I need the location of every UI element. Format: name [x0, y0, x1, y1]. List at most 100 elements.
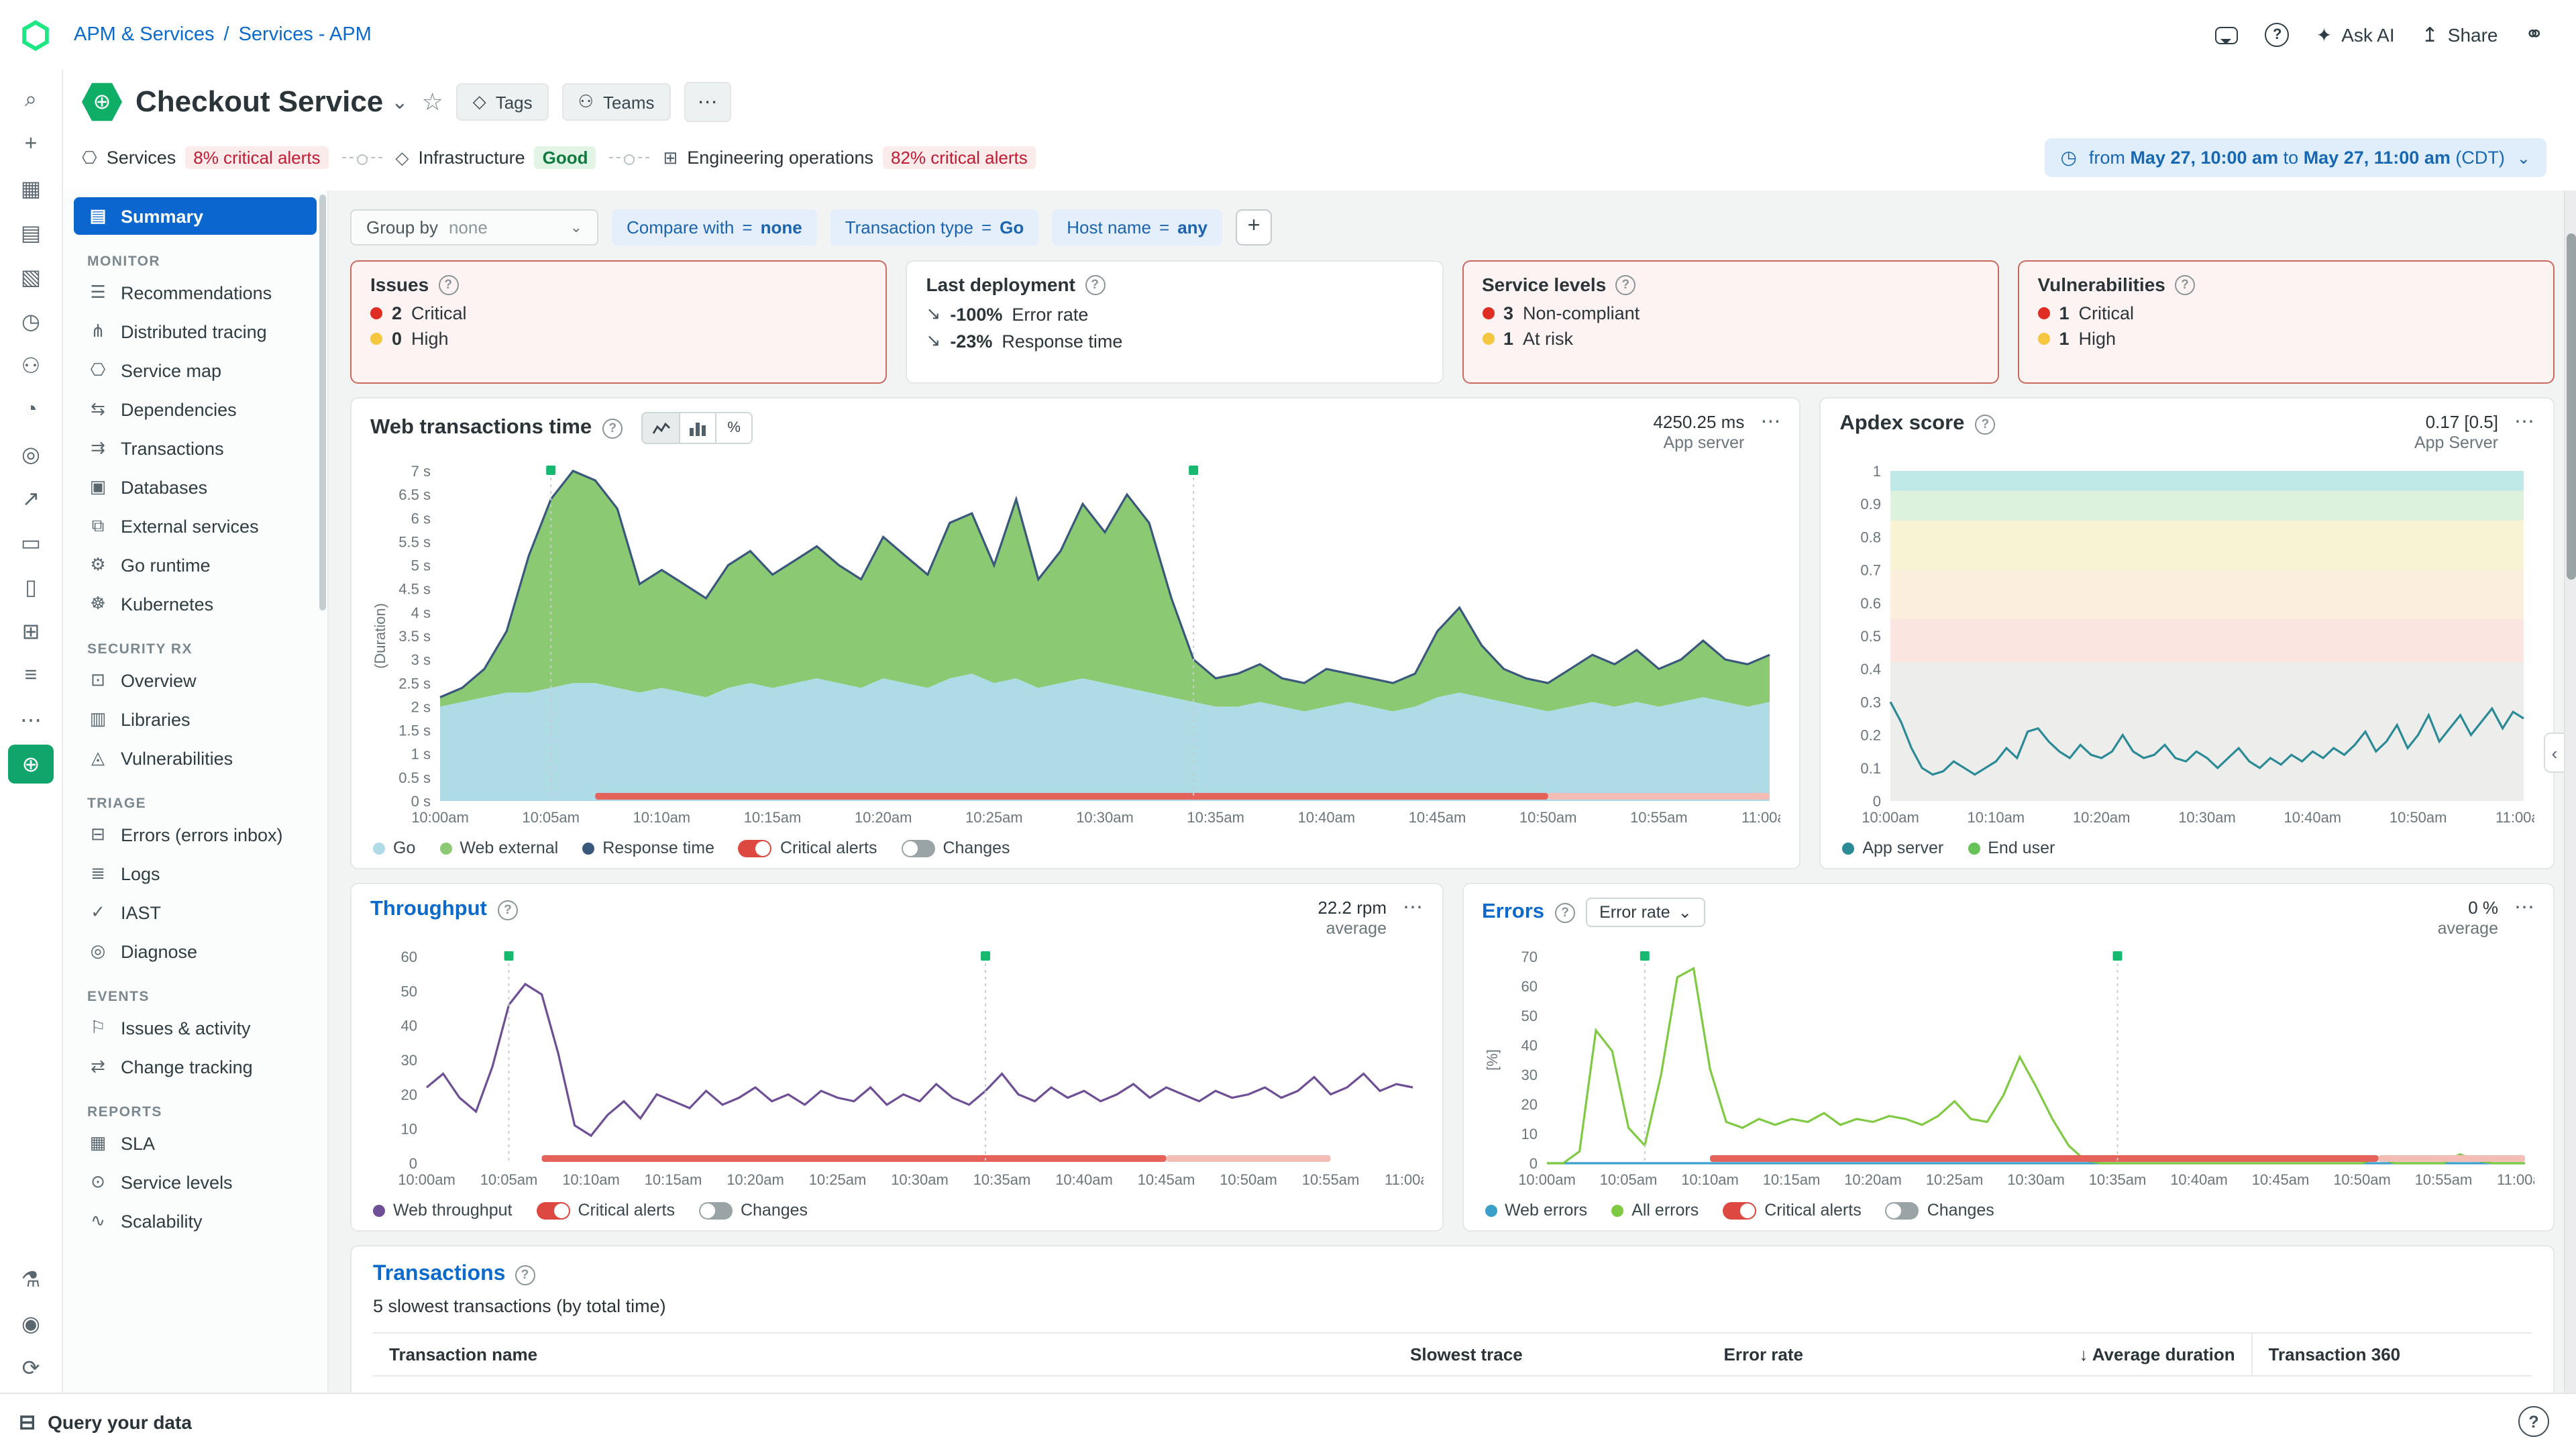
legend-app-server[interactable]: App server: [1842, 839, 1943, 857]
collapse-panel-button[interactable]: ‹: [2544, 733, 2564, 773]
legend-all-errors[interactable]: All errors: [1611, 1201, 1699, 1220]
rail-item-labs[interactable]: ⚗: [8, 1260, 54, 1299]
sidebar-item-transactions[interactable]: ⇉Transactions: [74, 429, 317, 467]
breadcrumb-parent[interactable]: APM & Services: [74, 24, 215, 46]
filter-pill-transaction-type[interactable]: Transaction type=Go: [830, 209, 1039, 245]
sidebar-item-errors-errors-inbox[interactable]: ⊟Errors (errors inbox): [74, 816, 317, 853]
share-button[interactable]: ↥Share: [2422, 23, 2498, 47]
sidebar-item-vulnerabilities[interactable]: ◬Vulnerabilities: [74, 739, 317, 777]
rail-item-goals[interactable]: ◎: [8, 435, 54, 474]
error-rate-dropdown[interactable]: Error rate⌄: [1586, 898, 1705, 927]
title-chevron-down-icon[interactable]: ⌄: [391, 90, 408, 114]
sidebar-item-databases[interactable]: ▣Databases: [74, 468, 317, 506]
column-transaction-360[interactable]: Transaction 360: [2251, 1334, 2532, 1375]
chart-menu-icon[interactable]: ⋯: [1403, 898, 1423, 918]
sidebar-item-dependencies[interactable]: ⇆Dependencies: [74, 390, 317, 428]
column-slowest-trace[interactable]: Slowest trace: [1107, 1334, 1539, 1375]
query-your-data-button[interactable]: ⊟ Query your data: [19, 1409, 192, 1434]
sidebar-item-external-services[interactable]: ⧉External services: [74, 507, 317, 545]
info-icon[interactable]: ?: [1975, 414, 1995, 434]
favorite-star-icon[interactable]: ☆: [421, 88, 443, 116]
column-error-rate[interactable]: Error rate: [1539, 1334, 1819, 1375]
more-actions-button[interactable]: ⋯: [684, 82, 731, 122]
info-icon[interactable]: ?: [2175, 274, 2195, 294]
ask-ai-button[interactable]: ✦Ask AI: [2316, 23, 2395, 46]
copy-link-icon[interactable]: ⚭: [2525, 21, 2544, 48]
rail-item-security[interactable]: ⊕: [8, 745, 54, 784]
info-icon[interactable]: ?: [1555, 902, 1575, 922]
rail-item-apps[interactable]: ▦: [8, 169, 54, 208]
rail-item-alerts[interactable]: ◷: [8, 302, 54, 341]
column-average-duration[interactable]: ↓ Average duration: [1819, 1334, 2251, 1375]
legend-critical-alerts[interactable]: Critical alerts: [1723, 1201, 1862, 1220]
sidebar-item-scalability[interactable]: ∿Scalability: [74, 1202, 317, 1240]
sidebar-item-diagnose[interactable]: ◎Diagnose: [74, 932, 317, 970]
rail-item-search[interactable]: ⌕: [8, 80, 54, 119]
errors-plot[interactable]: 01020304050607010:00am10:05am10:10am10:1…: [1482, 941, 2534, 1193]
rail-item-stack[interactable]: ≡: [8, 656, 54, 695]
toggle-changes[interactable]: [1886, 1201, 1919, 1219]
rail-item-deployments[interactable]: ↗: [8, 479, 54, 518]
legend-changes[interactable]: Changes: [901, 839, 1010, 857]
legend-critical-alerts[interactable]: Critical alerts: [739, 839, 877, 857]
rail-item-integrations[interactable]: ⊞: [8, 612, 54, 651]
rail-item-create[interactable]: +: [8, 125, 54, 164]
sidebar-item-distributed-tracing[interactable]: ⋔Distributed tracing: [74, 313, 317, 350]
newrelic-logo[interactable]: [19, 18, 52, 52]
scrollbar-thumb[interactable]: [2567, 233, 2576, 580]
toggle-changes[interactable]: [901, 839, 934, 857]
column-transaction-name[interactable]: Transaction name: [373, 1334, 1107, 1375]
rail-item-mobile[interactable]: ▯: [8, 568, 54, 606]
info-icon[interactable]: ?: [1615, 274, 1635, 294]
throughput-title[interactable]: Throughput: [370, 898, 487, 922]
sidebar-item-go-runtime[interactable]: ⚙Go runtime: [74, 546, 317, 584]
feedback-icon[interactable]: [2216, 26, 2239, 44]
status-chip-engineering-operations[interactable]: ⊞Engineering operations82% critical aler…: [663, 146, 1035, 169]
sidebar-scrollbar[interactable]: [319, 195, 326, 610]
rail-item-refresh[interactable]: ⟳: [8, 1348, 54, 1387]
throughput-plot[interactable]: 010203040506010:00am10:05am10:10am10:15a…: [370, 941, 1423, 1193]
sidebar-item-summary[interactable]: ▤Summary: [74, 197, 317, 235]
last-deployment-card[interactable]: Last deployment? ↘-100%Error rate↘-23%Re…: [906, 260, 1444, 384]
rail-item-dashboards[interactable]: ▧: [8, 258, 54, 297]
toggle-changes[interactable]: [699, 1201, 733, 1219]
legend-web-external[interactable]: Web external: [439, 839, 558, 857]
help-circle-button[interactable]: ?: [2518, 1406, 2549, 1437]
issues-card[interactable]: Issues? 2Critical0High: [350, 260, 888, 384]
vulnerabilities-card[interactable]: Vulnerabilities? 1Critical1High: [2018, 260, 2555, 384]
percent-view-toggle[interactable]: %: [715, 413, 751, 443]
rail-item-performance[interactable]: ◔: [8, 390, 54, 429]
sidebar-item-service-map[interactable]: ⎔Service map: [74, 352, 317, 389]
rail-item-more[interactable]: ⋯: [8, 700, 54, 739]
tags-button[interactable]: ◇Tags: [457, 83, 549, 121]
status-chip-services[interactable]: ⎔Services8% critical alerts: [82, 146, 329, 169]
legend-web-throughput[interactable]: Web throughput: [373, 1201, 512, 1220]
web-transactions-plot[interactable]: 0 s0.5 s1 s1.5 s2 s2.5 s3 s3.5 s4 s4.5 s…: [370, 455, 1780, 830]
toggle-critical-alerts[interactable]: [1723, 1201, 1756, 1219]
chart-menu-icon[interactable]: ⋯: [1760, 412, 1780, 432]
legend-changes[interactable]: Changes: [699, 1201, 808, 1220]
rail-item-account[interactable]: ◉: [8, 1304, 54, 1343]
legend-web-errors[interactable]: Web errors: [1485, 1201, 1587, 1220]
line-view-toggle[interactable]: [643, 413, 679, 443]
sidebar-item-kubernetes[interactable]: ☸Kubernetes: [74, 585, 317, 623]
filter-pill-compare-with[interactable]: Compare with=none: [612, 209, 817, 245]
info-icon[interactable]: ?: [438, 274, 458, 294]
filter-pill-host-name[interactable]: Host name=any: [1052, 209, 1222, 245]
transactions-title[interactable]: Transactions: [373, 1263, 505, 1287]
rail-item-teams[interactable]: ⚇: [8, 346, 54, 385]
sidebar-item-service-levels[interactable]: ⊙Service levels: [74, 1163, 317, 1201]
sidebar-item-change-tracking[interactable]: ⇄Change tracking: [74, 1048, 317, 1085]
legend-go[interactable]: Go: [373, 839, 415, 857]
legend-end-user[interactable]: End user: [1968, 839, 2055, 857]
sidebar-item-issues-activity[interactable]: ⚐Issues & activity: [74, 1009, 317, 1046]
time-range-picker[interactable]: ◷ from May 27, 10:00 am to May 27, 11:00…: [2044, 138, 2546, 177]
toggle-critical-alerts[interactable]: [536, 1201, 570, 1219]
apdex-plot[interactable]: 00.10.20.30.40.50.60.70.80.9110:00am10:1…: [1839, 455, 2534, 830]
sidebar-item-libraries[interactable]: ▥Libraries: [74, 700, 317, 738]
info-icon[interactable]: ?: [1085, 274, 1105, 294]
info-icon[interactable]: ?: [515, 1265, 535, 1285]
toggle-critical-alerts[interactable]: [739, 839, 772, 857]
chart-menu-icon[interactable]: ⋯: [2514, 412, 2534, 432]
bar-view-toggle[interactable]: [679, 413, 715, 443]
